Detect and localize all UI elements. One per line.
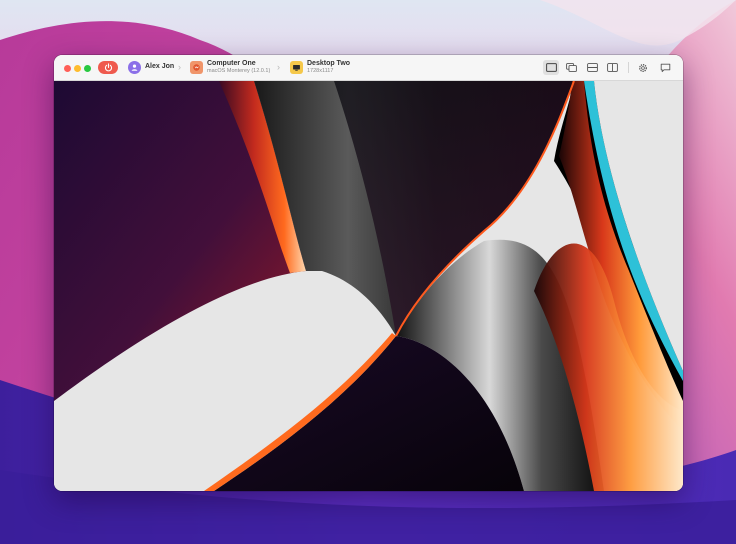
breadcrumb-chevron-icon: › — [277, 62, 280, 72]
toolbar-divider — [628, 62, 629, 73]
chat-button[interactable] — [657, 60, 673, 75]
overlapping-windows-icon — [565, 63, 577, 72]
computer-name[interactable]: Computer One — [207, 60, 256, 67]
vertical-split-view-button[interactable] — [604, 60, 620, 75]
zoom-window-button[interactable] — [84, 65, 91, 72]
desktop-resolution: 1728x1117 — [307, 68, 334, 74]
desktop-name[interactable]: Desktop Two — [307, 60, 350, 67]
remote-desktop-screen[interactable] — [54, 81, 683, 491]
vertical-split-icon — [606, 63, 618, 72]
remote-desktop-window: Alex Jon › Computer One macOS Monterey (… — [54, 55, 683, 491]
horizontal-split-icon — [586, 63, 598, 72]
power-icon — [104, 63, 112, 72]
close-window-button[interactable] — [64, 65, 71, 72]
breadcrumb-chevron-icon: › — [178, 62, 181, 72]
title-bar: Alex Jon › Computer One macOS Monterey (… — [54, 55, 683, 81]
display-icon — [293, 64, 300, 71]
settings-button[interactable] — [635, 60, 651, 75]
chat-bubble-icon — [660, 63, 670, 72]
user-avatar[interactable] — [128, 61, 141, 74]
power-button[interactable] — [98, 61, 118, 74]
macos-logo-icon — [193, 64, 200, 71]
person-icon — [131, 64, 138, 71]
single-window-icon — [545, 63, 557, 72]
minimize-window-button[interactable] — [74, 65, 81, 72]
horizontal-split-view-button[interactable] — [584, 60, 600, 75]
computer-os-version: macOS Monterey (12.0.1) — [207, 68, 271, 74]
computer-icon-badge[interactable] — [190, 61, 203, 74]
overlapping-windows-view-button[interactable] — [563, 60, 579, 75]
gear-icon — [639, 63, 647, 72]
single-window-view-button[interactable] — [543, 60, 559, 75]
user-name[interactable]: Alex Jon — [145, 63, 174, 70]
desktop-icon-badge[interactable] — [290, 61, 303, 74]
